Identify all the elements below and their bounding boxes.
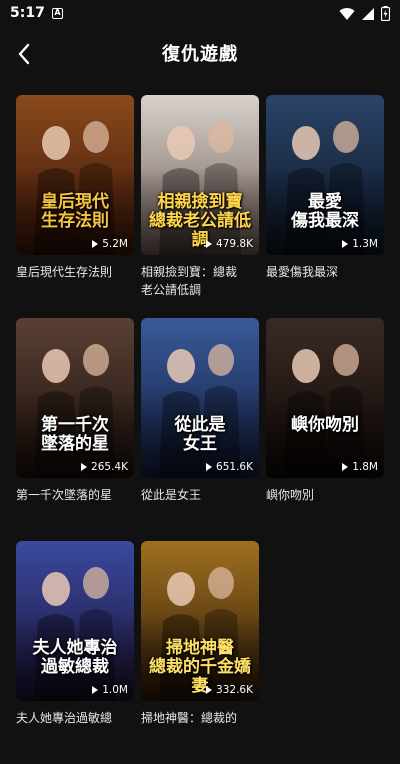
drama-title[interactable]: 夫人她專治過敏總	[16, 709, 134, 727]
drama-cover[interactable]: 第一千次 墜落的星 265.4K	[16, 318, 134, 478]
view-count: 479.8K	[206, 238, 253, 250]
drama-cover[interactable]: 嶼你吻別 1.8M	[266, 318, 384, 478]
drama-card[interactable]: 嶼你吻別 1.8M 嶼你吻別	[266, 318, 384, 541]
view-count: 1.0M	[92, 684, 128, 696]
drama-card[interactable]: 掃地神醫 總裁的千金嬌妻 332.6K 掃地神醫：總裁的	[141, 541, 259, 764]
drama-title[interactable]: 皇后現代生存法則	[16, 263, 134, 281]
drama-cover[interactable]: 夫人她專治 過敏總裁 1.0M	[16, 541, 134, 701]
view-count-value: 1.3M	[352, 238, 378, 250]
cover-title: 夫人她專治 過敏總裁	[32, 638, 118, 677]
status-bar: 5:17 A	[0, 0, 400, 28]
cover-image	[266, 318, 384, 478]
drama-title[interactable]: 第一千次墜落的星	[16, 486, 134, 504]
wifi-icon	[339, 7, 355, 20]
view-count: 1.3M	[342, 238, 378, 250]
drama-cover[interactable]: 從此是 女王 651.6K	[141, 318, 259, 478]
drama-card[interactable]: 第一千次 墜落的星 265.4K 第一千次墜落的星	[16, 318, 134, 541]
cover-title: 嶼你吻別	[291, 415, 359, 435]
play-icon	[92, 686, 99, 694]
cover-image	[266, 95, 384, 255]
header: 復仇遊戲	[0, 28, 400, 80]
view-count: 1.8M	[342, 461, 378, 473]
drama-cover[interactable]: 皇后現代 生存法則 5.2M	[16, 95, 134, 255]
view-count: 332.6K	[206, 684, 253, 696]
play-icon	[206, 686, 213, 694]
battery-charging-icon	[381, 6, 390, 21]
view-count-value: 479.8K	[216, 238, 253, 250]
drama-title[interactable]: 相親撿到寶：總裁 老公請低調	[141, 263, 259, 299]
play-icon	[342, 240, 349, 248]
play-icon	[206, 463, 213, 471]
drama-title[interactable]: 掃地神醫：總裁的	[141, 709, 259, 727]
notification-icon: A	[52, 8, 63, 19]
drama-title[interactable]: 最愛傷我最深	[266, 263, 384, 281]
cover-image	[16, 318, 134, 478]
view-count: 265.4K	[81, 461, 128, 473]
view-count-value: 1.8M	[352, 461, 378, 473]
drama-cover[interactable]: 相親撿到寶 總裁老公請低調 479.8K	[141, 95, 259, 255]
cover-title: 皇后現代 生存法則	[41, 192, 109, 231]
cover-title: 最愛 傷我最深	[291, 192, 359, 231]
play-icon	[92, 240, 99, 248]
drama-cover[interactable]: 掃地神醫 總裁的千金嬌妻 332.6K	[141, 541, 259, 701]
cover-image	[141, 318, 259, 478]
drama-card[interactable]: 最愛 傷我最深 1.3M 最愛傷我最深	[266, 95, 384, 318]
play-icon	[342, 463, 349, 471]
drama-card[interactable]: 夫人她專治 過敏總裁 1.0M 夫人她專治過敏總	[16, 541, 134, 764]
view-count-value: 265.4K	[91, 461, 128, 473]
play-icon	[206, 240, 213, 248]
view-count-value: 1.0M	[102, 684, 128, 696]
drama-cover[interactable]: 最愛 傷我最深 1.3M	[266, 95, 384, 255]
status-time: 5:17	[10, 5, 45, 21]
cover-title: 從此是 女王	[174, 415, 226, 454]
page-title: 復仇遊戲	[162, 44, 238, 65]
drama-card[interactable]: 相親撿到寶 總裁老公請低調 479.8K 相親撿到寶：總裁 老公請低調	[141, 95, 259, 318]
drama-title[interactable]: 從此是女王	[141, 486, 259, 504]
cover-image	[16, 541, 134, 701]
play-icon	[81, 463, 88, 471]
signal-icon	[362, 7, 374, 20]
cover-image	[16, 95, 134, 255]
cover-title: 第一千次 墜落的星	[41, 415, 109, 454]
drama-card[interactable]: 從此是 女王 651.6K 從此是女王	[141, 318, 259, 541]
view-count: 5.2M	[92, 238, 128, 250]
drama-card[interactable]: 皇后現代 生存法則 5.2M 皇后現代生存法則	[16, 95, 134, 318]
view-count-value: 651.6K	[216, 461, 253, 473]
status-icons	[339, 6, 390, 21]
view-count-value: 5.2M	[102, 238, 128, 250]
drama-title[interactable]: 嶼你吻別	[266, 486, 384, 504]
view-count-value: 332.6K	[216, 684, 253, 696]
view-count: 651.6K	[206, 461, 253, 473]
drama-grid: 皇后現代 生存法則 5.2M 皇后現代生存法則 相親撿到寶 總裁老公請低調 47…	[16, 95, 386, 764]
